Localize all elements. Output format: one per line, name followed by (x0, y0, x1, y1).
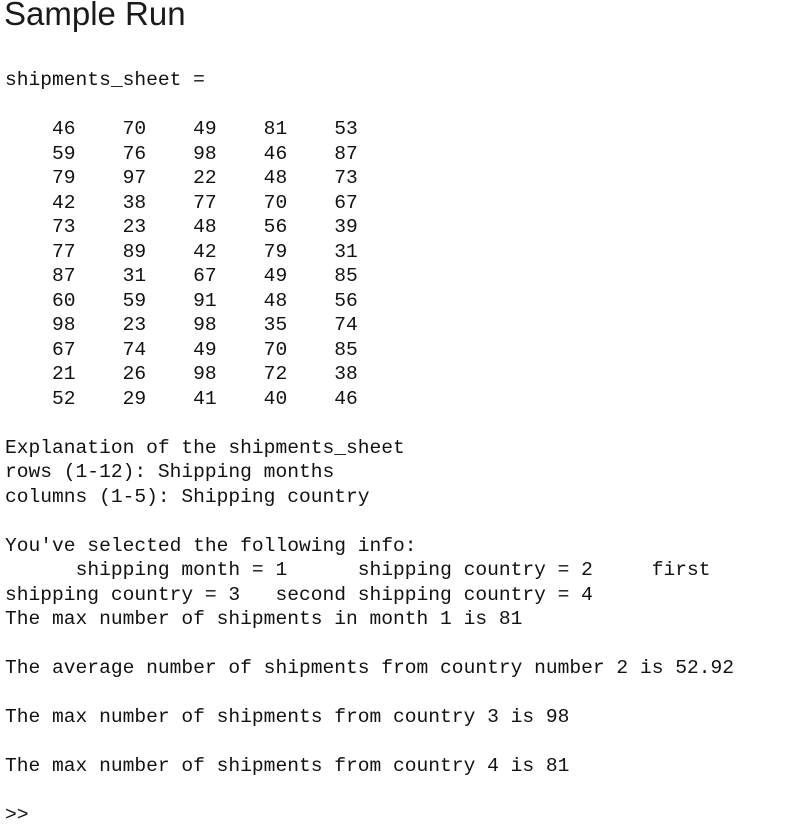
result-max-month: The max number of shipments in month 1 i… (5, 608, 523, 630)
selection-header: You've selected the following info: (5, 534, 417, 557)
variable-echo-line: shipments_sheet = (5, 69, 205, 91)
sample-run-page: Sample Run shipments_sheet = 46 70 49 81… (0, 0, 804, 828)
explanation-columns: columns (1-5): Shipping country (5, 485, 370, 508)
result-max-country-4: The max number of shipments from country… (5, 755, 570, 777)
matrix-row: 98 23 98 35 74 (5, 314, 358, 336)
matrix-row: 59 76 98 46 87 (5, 142, 358, 165)
command-prompt[interactable]: >> (5, 803, 804, 828)
explanation-rows: rows (1-12): Shipping months (5, 461, 335, 483)
result-average-country: The average number of shipments from cou… (5, 657, 735, 679)
matrix-row: 46 70 49 81 53 (5, 118, 358, 140)
console-output: shipments_sheet = 46 70 49 81 53 59 76 9… (5, 68, 804, 828)
matrix-row: 42 38 77 70 67 (5, 191, 358, 214)
result-max-country-3: The max number of shipments from country… (5, 706, 570, 728)
matrix-row: 77 89 42 79 31 (5, 240, 358, 263)
matrix-row: 60 59 91 48 56 (5, 289, 358, 312)
matrix-row: 79 97 22 48 73 (5, 167, 358, 189)
matrix-row: 52 29 41 40 46 (5, 387, 358, 410)
matrix-row: 73 23 48 56 39 (5, 216, 358, 238)
selection-body: shipping month = 1 shipping country = 2 … (5, 559, 723, 606)
matrix-row: 21 26 98 72 38 (5, 363, 358, 385)
explanation-header: Explanation of the shipments_sheet (5, 436, 405, 459)
matrix-row: 87 31 67 49 85 (5, 265, 358, 287)
matrix-row: 67 74 49 70 85 (5, 338, 358, 361)
page-title: Sample Run (4, 0, 186, 32)
